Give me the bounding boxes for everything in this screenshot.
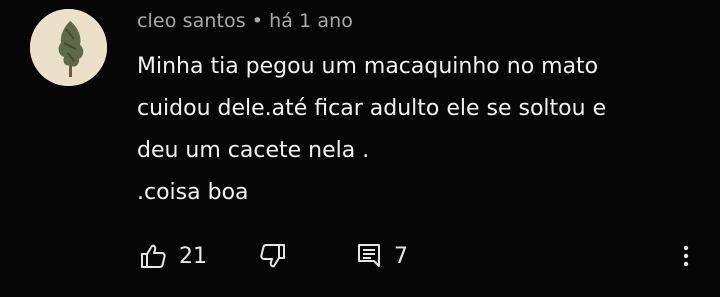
comment-line: .coisa boa <box>137 180 249 205</box>
comment-line: deu um cacete nela . <box>137 138 370 163</box>
meta-separator: • <box>251 10 264 32</box>
avatar[interactable] <box>30 9 107 86</box>
thumbs-up-icon <box>139 242 167 270</box>
author-name[interactable]: cleo santos <box>137 10 246 32</box>
more-options-button[interactable] <box>676 235 696 277</box>
avatar-image <box>30 9 107 86</box>
comment-line: cuidou dele.até ficar adulto ele se solt… <box>137 96 607 121</box>
comment-meta: cleo santos • há 1 ano <box>137 10 353 32</box>
reply-button[interactable]: 7 <box>356 235 408 277</box>
comment-timestamp[interactable]: há 1 ano <box>269 10 353 32</box>
comment-icon <box>356 242 382 270</box>
comment-line: Minha tia pegou um macaquinho no mato <box>137 54 599 79</box>
more-vertical-icon <box>683 244 689 268</box>
like-count: 21 <box>179 243 207 269</box>
comment-card: cleo santos • há 1 ano Minha tia pegou um … <box>0 0 720 297</box>
comment-text: Minha tia pegou um macaquinho no mato cu… <box>137 46 697 214</box>
comment-actions: 21 7 <box>0 235 720 277</box>
thumbs-down-icon <box>259 242 287 270</box>
dislike-button[interactable] <box>259 235 287 277</box>
like-button[interactable]: 21 <box>139 235 207 277</box>
reply-count: 7 <box>394 243 408 269</box>
